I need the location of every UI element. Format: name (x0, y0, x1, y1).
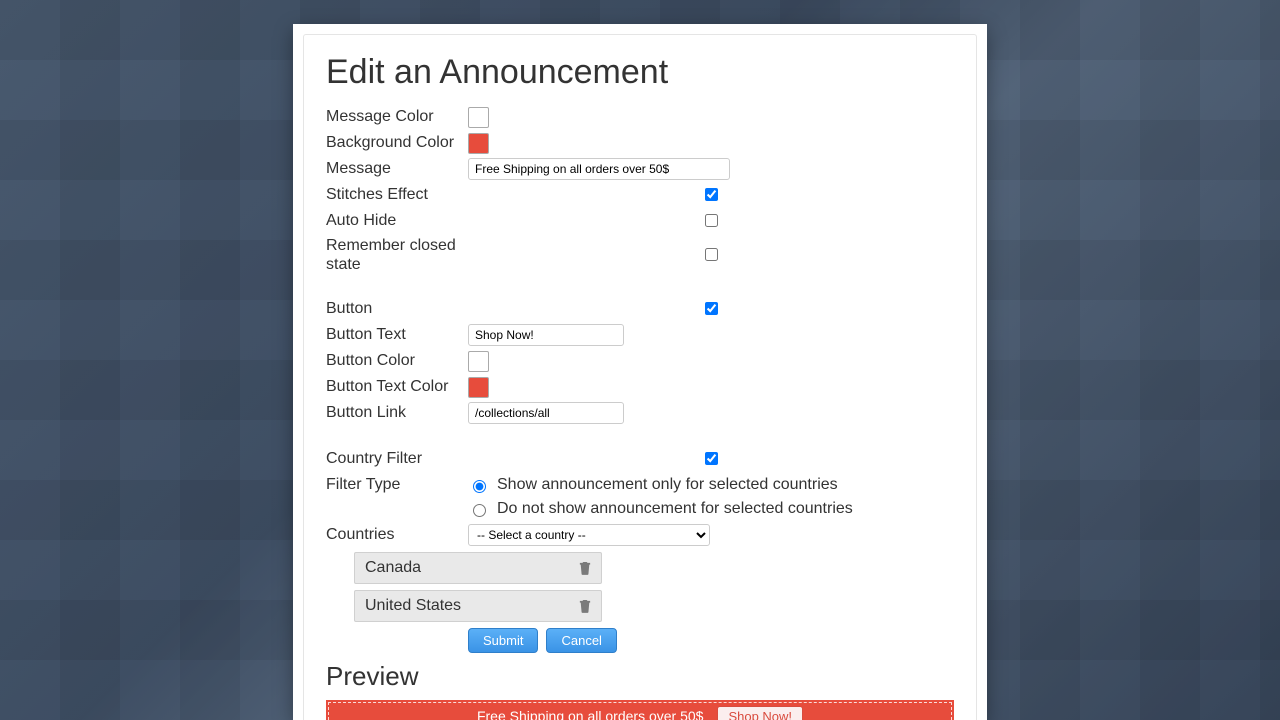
cancel-button[interactable]: Cancel (546, 628, 616, 653)
country-list: Canada United States (354, 552, 602, 622)
trash-icon[interactable] (579, 599, 591, 613)
button-textcolor-swatch[interactable] (468, 377, 489, 398)
label-autohide: Auto Hide (326, 210, 468, 232)
country-filter-checkbox[interactable] (472, 452, 951, 465)
row-button: Button (326, 298, 954, 320)
label-country-filter: Country Filter (326, 448, 468, 470)
row-button-link: Button Link (326, 402, 954, 424)
button-text-input[interactable] (468, 324, 624, 346)
row-button-text: Button Text (326, 324, 954, 346)
country-item: United States (354, 590, 602, 622)
row-message-color: Message Color (326, 106, 954, 128)
preview-announcement-bar: Free Shipping on all orders over 50$ Sho… (326, 700, 954, 720)
action-buttons: Submit Cancel (326, 628, 954, 653)
label-stitches: Stitches Effect (326, 184, 468, 206)
edit-panel: Edit an Announcement Message Color Backg… (303, 34, 977, 720)
label-button-textcolor: Button Text Color (326, 376, 468, 398)
preview-shop-now-button[interactable]: Shop Now! (717, 706, 803, 720)
row-country-filter: Country Filter (326, 448, 954, 470)
country-item-name: Canada (365, 559, 421, 577)
label-message: Message (326, 158, 468, 180)
filter-type-hide-row: Do not show announcement for selected co… (468, 498, 954, 520)
stitches-checkbox[interactable] (472, 188, 951, 201)
button-link-input[interactable] (468, 402, 624, 424)
label-button: Button (326, 298, 468, 320)
label-button-link: Button Link (326, 402, 468, 424)
row-button-color: Button Color (326, 350, 954, 372)
filter-type-show-row: Show announcement only for selected coun… (468, 474, 954, 496)
button-enabled-checkbox[interactable] (472, 302, 951, 315)
message-color-swatch[interactable] (468, 107, 489, 128)
filter-type-hide-label: Do not show announcement for selected co… (497, 498, 853, 520)
filter-type-hide-radio[interactable] (473, 504, 486, 517)
label-countries: Countries (326, 524, 468, 546)
button-color-swatch[interactable] (468, 351, 489, 372)
row-button-textcolor: Button Text Color (326, 376, 954, 398)
label-button-color: Button Color (326, 350, 468, 372)
background-color-swatch[interactable] (468, 133, 489, 154)
trash-icon[interactable] (579, 561, 591, 575)
label-message-color: Message Color (326, 106, 468, 128)
filter-type-show-label: Show announcement only for selected coun… (497, 474, 838, 496)
row-remember: Remember closed state (326, 236, 954, 274)
country-select[interactable]: -- Select a country -- (468, 524, 710, 546)
label-button-text: Button Text (326, 324, 468, 346)
country-item-name: United States (365, 597, 461, 615)
row-autohide: Auto Hide (326, 210, 954, 232)
row-filter-type: Filter Type Show announcement only for s… (326, 474, 954, 520)
country-item: Canada (354, 552, 602, 584)
label-background-color: Background Color (326, 132, 468, 154)
label-remember: Remember closed state (326, 236, 468, 274)
label-filter-type: Filter Type (326, 474, 468, 496)
message-input[interactable] (468, 158, 730, 180)
app-page: Edit an Announcement Message Color Backg… (293, 24, 987, 720)
remember-checkbox[interactable] (472, 248, 951, 261)
page-title: Edit an Announcement (326, 53, 954, 92)
preview-title: Preview (326, 661, 954, 692)
row-message: Message (326, 158, 954, 180)
autohide-checkbox[interactable] (472, 214, 951, 227)
submit-button[interactable]: Submit (468, 628, 538, 653)
row-stitches: Stitches Effect (326, 184, 954, 206)
filter-type-show-radio[interactable] (473, 480, 486, 493)
row-background-color: Background Color (326, 132, 954, 154)
preview-message: Free Shipping on all orders over 50$ (477, 708, 703, 720)
row-countries: Countries -- Select a country -- (326, 524, 954, 546)
